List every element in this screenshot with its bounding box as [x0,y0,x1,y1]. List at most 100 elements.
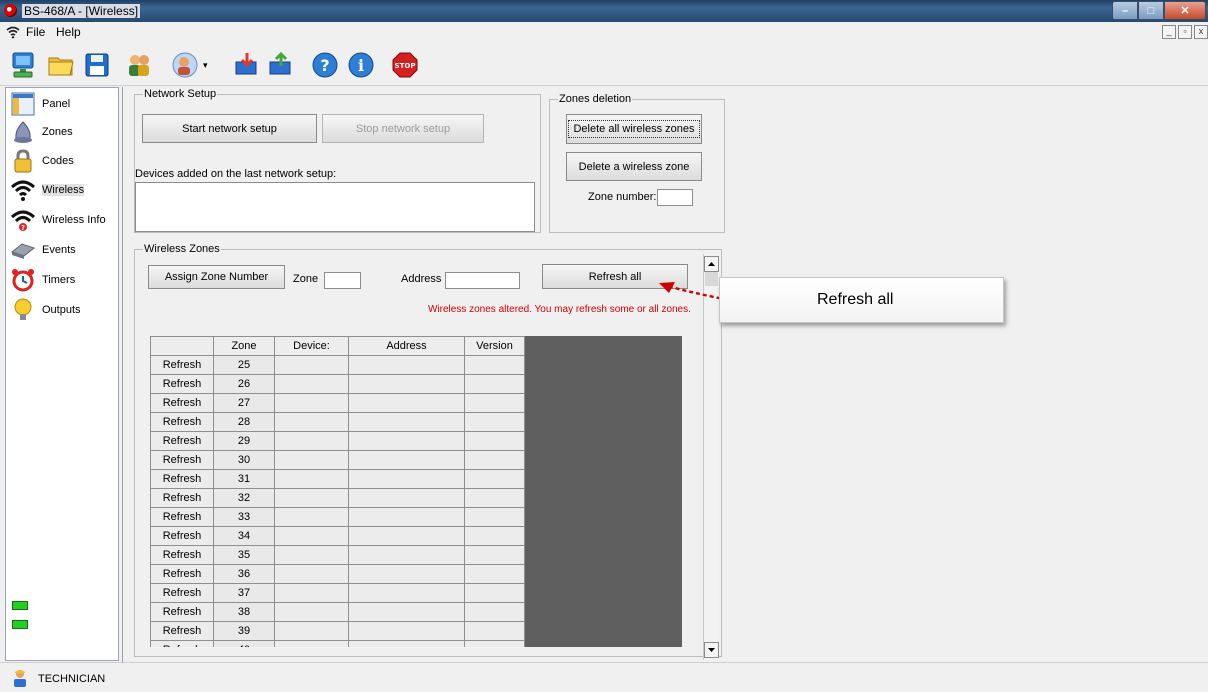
stop-network-setup-button[interactable]: Stop network setup [322,114,484,143]
delete-all-wireless-zones-button[interactable]: Delete all wireless zones [566,114,702,144]
scroll-down-icon[interactable] [704,642,719,658]
address-cell[interactable] [348,412,465,432]
save-icon[interactable] [82,50,112,80]
table-row: Refresh 25 [150,355,525,375]
address-cell[interactable] [348,431,465,451]
sidebar-item-events[interactable]: Events [6,236,118,264]
address-cell[interactable] [348,355,465,375]
device-cell[interactable] [274,393,349,413]
address-cell[interactable] [348,393,465,413]
refresh-row-button[interactable]: Refresh [150,602,214,622]
version-cell [464,469,525,489]
refresh-row-button[interactable]: Refresh [150,488,214,508]
maximize-button[interactable]: □ [1138,1,1164,20]
zone-cell: 35 [213,545,275,565]
upload-icon[interactable] [266,50,296,80]
address-cell[interactable] [348,507,465,527]
zone-number-field[interactable] [657,189,693,206]
mdi-minimize-button[interactable]: _ [1162,25,1176,39]
address-cell[interactable] [348,621,465,641]
zone-cell: 28 [213,412,275,432]
address-cell[interactable] [348,602,465,622]
zone-cell: 37 [213,583,275,603]
address-cell[interactable] [348,526,465,546]
refresh-row-button[interactable]: Refresh [150,507,214,527]
device-cell[interactable] [274,640,349,647]
refresh-row-button[interactable]: Refresh [150,640,214,647]
status-led-2 [12,620,28,629]
device-cell[interactable] [274,564,349,584]
refresh-row-button[interactable]: Refresh [150,355,214,375]
refresh-row-button[interactable]: Refresh [150,450,214,470]
address-field[interactable] [445,272,520,289]
menu-bar: File Help [0,22,1208,42]
menu-help[interactable]: Help [56,25,81,39]
mdi-restore-button[interactable]: ▫ [1178,25,1192,39]
version-cell [464,602,525,622]
device-cell[interactable] [274,412,349,432]
refresh-row-button[interactable]: Refresh [150,583,214,603]
chevron-down-icon[interactable]: ▾ [203,61,209,70]
address-cell[interactable] [348,545,465,565]
version-cell [464,374,525,394]
sidebar-item-outputs[interactable]: Outputs [6,296,118,324]
device-cell[interactable] [274,374,349,394]
zone-field[interactable] [324,272,361,289]
minimize-button[interactable]: – [1112,1,1138,20]
address-cell[interactable] [348,640,465,647]
refresh-row-button[interactable]: Refresh [150,469,214,489]
device-cell[interactable] [274,431,349,451]
zones-table: Zone Device: Address Version Refresh 25 Re… [150,336,525,647]
open-folder-icon[interactable] [46,50,76,80]
zone-cell: 33 [213,507,275,527]
device-cell[interactable] [274,507,349,527]
refresh-row-button[interactable]: Refresh [150,545,214,565]
address-cell[interactable] [348,469,465,489]
device-cell[interactable] [274,602,349,622]
refresh-row-button[interactable]: Refresh [150,621,214,641]
refresh-row-button[interactable]: Refresh [150,564,214,584]
sidebar-item-zones[interactable]: Zones [6,118,118,146]
info-icon[interactable]: i [346,50,376,80]
scroll-up-icon[interactable] [704,256,719,272]
assign-zone-number-button[interactable]: Assign Zone Number [148,265,285,289]
device-cell[interactable] [274,469,349,489]
address-cell[interactable] [348,583,465,603]
menu-file[interactable]: File [26,25,45,39]
refresh-row-button[interactable]: Refresh [150,393,214,413]
address-cell[interactable] [348,488,465,508]
user-menu-icon[interactable] [170,50,200,80]
sidebar-item-wireless[interactable]: Wireless [6,176,118,204]
devices-added-field[interactable] [135,182,535,232]
delete-wireless-zone-button[interactable]: Delete a wireless zone [566,152,702,181]
mdi-close-button[interactable]: x [1194,25,1208,39]
download-icon[interactable] [232,50,262,80]
address-cell[interactable] [348,564,465,584]
refresh-row-button[interactable]: Refresh [150,412,214,432]
connect-panel-icon[interactable] [8,50,38,80]
device-cell[interactable] [274,488,349,508]
sidebar-item-wireless-info[interactable]: ? Wireless Info [6,206,118,234]
wireless-zones-scrollbar[interactable] [703,254,719,660]
device-cell[interactable] [274,545,349,565]
sidebar-item-timers[interactable]: Timers [6,266,118,294]
column-header-zone: Zone [213,336,275,356]
refresh-row-button[interactable]: Refresh [150,526,214,546]
sidebar-item-panel[interactable]: Panel [6,90,118,118]
stop-icon[interactable]: STOP [390,50,420,80]
address-cell[interactable] [348,374,465,394]
device-cell[interactable] [274,450,349,470]
address-cell[interactable] [348,450,465,470]
users-icon[interactable] [124,50,154,80]
sidebar-item-codes[interactable]: Codes [6,147,118,175]
close-button[interactable]: ✕ [1164,1,1206,20]
device-cell[interactable] [274,583,349,603]
device-cell[interactable] [274,621,349,641]
help-icon[interactable]: ? [310,50,340,80]
device-cell[interactable] [274,355,349,375]
device-cell[interactable] [274,526,349,546]
wireless-icon [10,180,36,201]
refresh-row-button[interactable]: Refresh [150,431,214,451]
start-network-setup-button[interactable]: Start network setup [142,114,317,143]
refresh-row-button[interactable]: Refresh [150,374,214,394]
